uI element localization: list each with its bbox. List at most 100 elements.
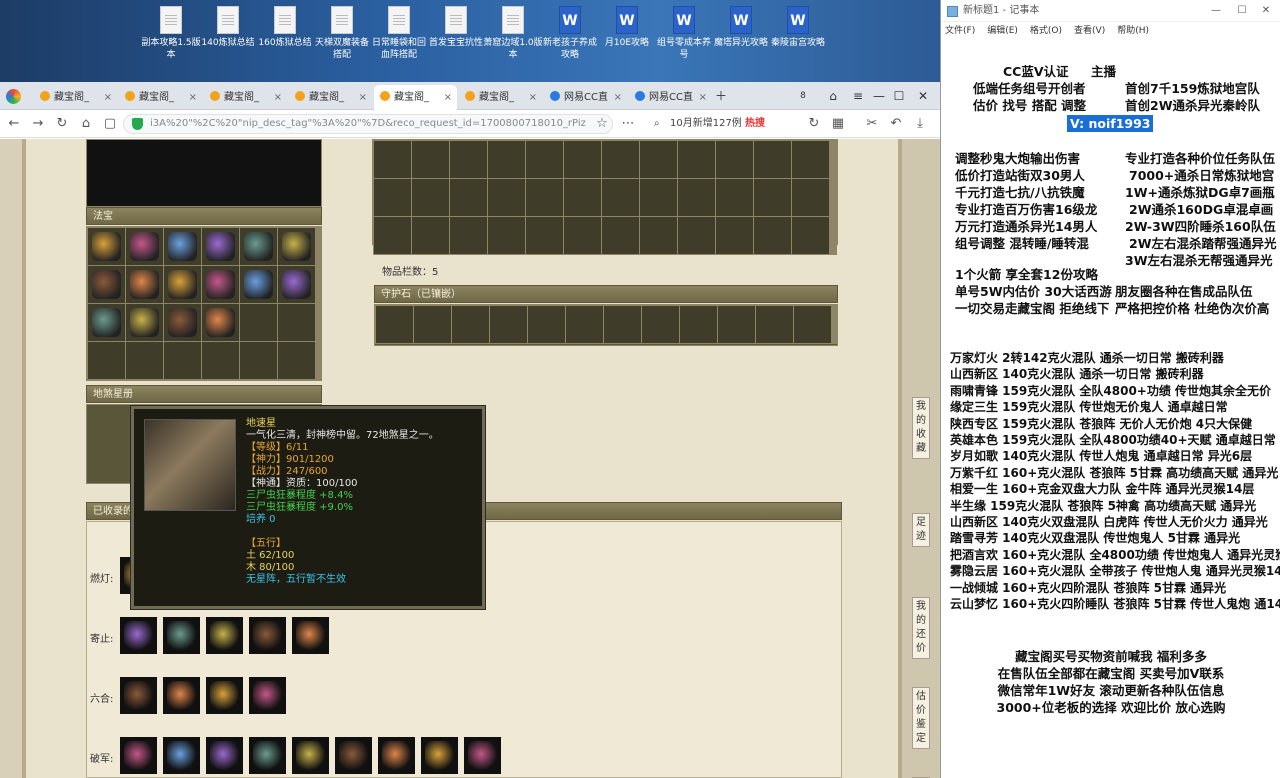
collected-item-slot[interactable] <box>421 737 458 774</box>
item-slot[interactable] <box>792 141 829 178</box>
tab-close-icon[interactable]: × <box>359 85 367 110</box>
item-slot[interactable] <box>240 304 277 341</box>
notepad-menu-item[interactable]: 帮助(H) <box>1117 26 1149 36</box>
more-icon[interactable]: ⋯ <box>618 114 638 134</box>
notepad-close-button[interactable]: ✕ <box>1254 0 1278 22</box>
item-slot[interactable] <box>754 217 791 254</box>
item-slot[interactable] <box>754 179 791 216</box>
item-slot[interactable] <box>374 217 411 254</box>
close-button[interactable]: ✕ <box>910 82 936 110</box>
browser-tab[interactable]: 藏宝阁_ × <box>204 85 287 110</box>
notepad-menu-item[interactable]: 查看(V) <box>1074 26 1105 36</box>
item-slot[interactable] <box>164 228 201 265</box>
item-slot[interactable] <box>88 228 125 265</box>
shirt-icon[interactable]: ⌂ <box>820 82 846 110</box>
item-slot[interactable] <box>450 141 487 178</box>
tab-count-badge[interactable]: 8 <box>790 82 816 110</box>
collected-item-slot[interactable] <box>120 737 157 774</box>
tab-close-icon[interactable]: × <box>104 85 112 110</box>
collected-item-slot[interactable] <box>335 737 372 774</box>
item-slot[interactable] <box>640 179 677 216</box>
collected-item-slot[interactable] <box>120 677 157 714</box>
item-slot[interactable] <box>564 217 601 254</box>
item-slot[interactable] <box>526 141 563 178</box>
reload-icon[interactable]: ↻ <box>52 114 72 134</box>
item-slot[interactable] <box>604 306 641 343</box>
item-slot[interactable] <box>716 141 753 178</box>
item-slot[interactable] <box>240 228 277 265</box>
item-slot[interactable] <box>490 306 527 343</box>
item-slot[interactable] <box>126 304 163 341</box>
item-slot[interactable] <box>88 342 125 379</box>
item-slot[interactable] <box>488 141 525 178</box>
browser-tab[interactable]: 藏宝阁_ × <box>34 85 117 110</box>
item-slot[interactable] <box>452 306 489 343</box>
item-slot[interactable] <box>126 228 163 265</box>
address-bar[interactable]: i3A%20"%2C%20"nip_desc_tag"%3A%20"%7D&re… <box>123 114 613 134</box>
browser-logo-icon[interactable] <box>6 89 21 104</box>
collected-item-slot[interactable] <box>206 617 243 654</box>
refresh-ext-icon[interactable]: ↻ <box>804 114 824 134</box>
item-slot[interactable] <box>792 179 829 216</box>
collected-item-slot[interactable] <box>378 737 415 774</box>
browser-tab[interactable]: 网易CC直 × <box>629 85 712 110</box>
browser-tab[interactable]: 藏宝阁_ × <box>374 85 457 110</box>
desktop-icon[interactable]: 日常睡袋和回血阵搭配 <box>369 6 429 61</box>
item-slot[interactable] <box>488 179 525 216</box>
item-slot[interactable] <box>240 342 277 379</box>
tab-close-icon[interactable]: × <box>444 85 452 110</box>
item-slot[interactable] <box>278 228 315 265</box>
item-slot[interactable] <box>202 342 239 379</box>
tab-close-icon[interactable]: × <box>189 85 197 110</box>
item-slot[interactable] <box>88 304 125 341</box>
item-slot[interactable] <box>126 342 163 379</box>
browser-tab[interactable]: 网易CC直 × <box>544 85 627 110</box>
side-link[interactable]: 我的还价 <box>912 597 930 659</box>
item-slot[interactable] <box>450 179 487 216</box>
collected-item-slot[interactable] <box>163 617 200 654</box>
item-slot[interactable] <box>678 141 715 178</box>
item-slot[interactable] <box>566 306 603 343</box>
forward-icon[interactable]: → <box>28 114 48 134</box>
notepad-menu-item[interactable]: 编辑(E) <box>987 26 1018 36</box>
tab-close-icon[interactable]: × <box>699 85 707 110</box>
item-slot[interactable] <box>240 266 277 303</box>
item-slot[interactable] <box>376 306 413 343</box>
item-slot[interactable] <box>414 306 451 343</box>
item-slot[interactable] <box>794 306 831 343</box>
item-slot[interactable] <box>680 306 717 343</box>
item-slot[interactable] <box>602 141 639 178</box>
item-slot[interactable] <box>678 179 715 216</box>
collected-item-slot[interactable] <box>292 737 329 774</box>
desktop-icon[interactable]: 160炼狱总结 <box>255 6 315 49</box>
browser-tab[interactable]: 藏宝阁_ × <box>459 85 542 110</box>
item-slot[interactable] <box>754 141 791 178</box>
collected-item-slot[interactable] <box>249 677 286 714</box>
tab-close-icon[interactable]: × <box>274 85 282 110</box>
item-slot[interactable] <box>164 266 201 303</box>
notepad-menu-item[interactable]: 文件(F) <box>945 26 975 36</box>
collected-item-slot[interactable] <box>464 737 501 774</box>
tab-close-icon[interactable]: × <box>529 85 537 110</box>
item-slot[interactable] <box>202 228 239 265</box>
desktop-icon[interactable]: 天梯双魔装备搭配 <box>312 6 372 61</box>
item-slot[interactable] <box>278 266 315 303</box>
collected-item-slot[interactable] <box>120 617 157 654</box>
collected-item-slot[interactable] <box>249 737 286 774</box>
desktop-icon[interactable]: W 秦陵宙宫攻略 <box>768 6 828 49</box>
desktop-icon[interactable]: W 组号零成本养号 <box>654 6 714 61</box>
download-icon[interactable]: ⤓ <box>910 114 930 134</box>
item-slot[interactable] <box>756 306 793 343</box>
notepad-text-area[interactable]: CC蓝V认证 主播 低端任务组号开创者 首创7千159炼狱地宫队 估价 找号 搭配 调整… <box>941 40 1280 778</box>
item-slot[interactable] <box>640 217 677 254</box>
collected-item-slot[interactable] <box>206 677 243 714</box>
browser-tab[interactable]: 藏宝阁_ × <box>119 85 202 110</box>
item-slot[interactable] <box>526 179 563 216</box>
grid-icon[interactable]: ▦ <box>828 114 848 134</box>
collected-item-slot[interactable] <box>292 617 329 654</box>
tab-close-icon[interactable]: × <box>614 85 622 110</box>
side-link[interactable]: 足迹 <box>912 513 930 547</box>
collected-item-slot[interactable] <box>163 737 200 774</box>
scissors-icon[interactable]: ✂ <box>862 114 882 134</box>
back-icon[interactable]: ← <box>4 114 24 134</box>
